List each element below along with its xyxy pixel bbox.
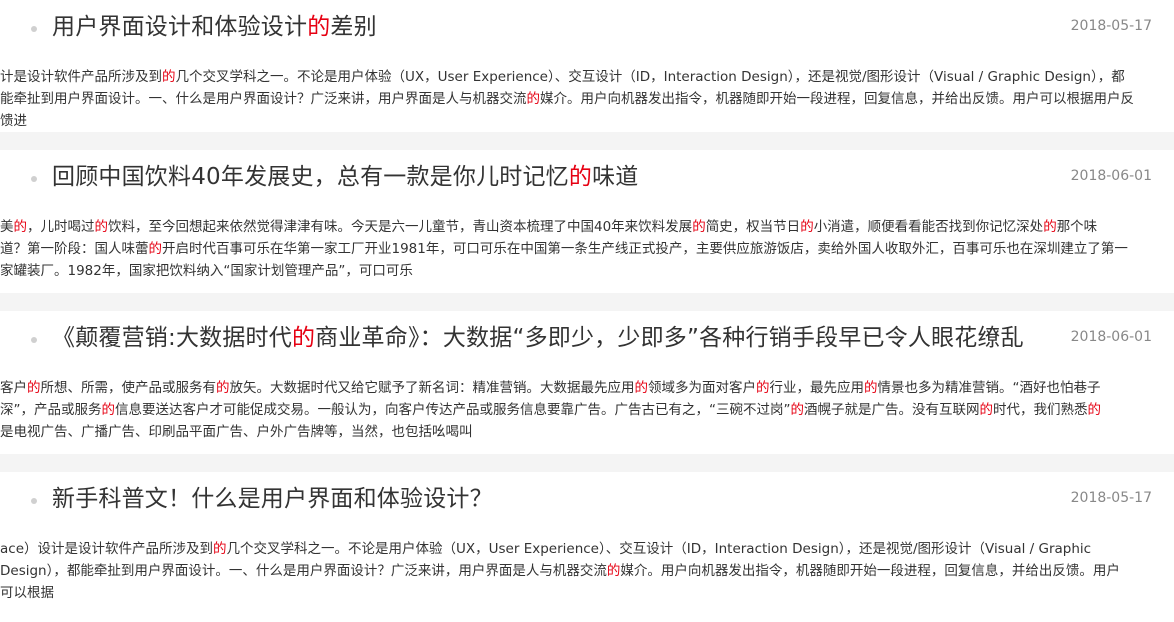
excerpt-line: 道？第一阶段：国人味蕾的开启时代百事可乐在华第一家工厂开业1981年，可口可乐在… xyxy=(0,238,1174,260)
text-segment: 饮料，至今回想起来依然觉得津津有味。今天是六一儿童节，青山资本梳理了中国40年来… xyxy=(108,219,693,235)
article-title[interactable]: 回顾中国饮料40年发展史，总有一款是你儿时记忆的味道 xyxy=(52,160,638,194)
keyword-highlight: 的 xyxy=(606,563,621,579)
keyword-highlight: 的 xyxy=(13,219,28,235)
bullet-icon xyxy=(31,26,37,32)
keyword-highlight: 的 xyxy=(148,241,163,257)
text-segment: ace）设计是设计软件产品所涉及到 xyxy=(0,541,214,557)
text-segment: 行业，最先应用 xyxy=(769,380,865,396)
text-segment: 那个味 xyxy=(1056,219,1098,235)
text-segment: 可以根据 xyxy=(0,585,54,601)
keyword-highlight: 的 xyxy=(94,219,109,235)
text-segment: 放矢。大数据时代又给它赋予了新名词：精准营销。大数据最先应用 xyxy=(229,380,635,396)
keyword-highlight: 的 xyxy=(101,402,116,418)
text-segment: 所想、所需，使产品或服务有 xyxy=(40,380,217,396)
keyword-highlight: 的 xyxy=(213,541,227,557)
keyword-highlight: 的 xyxy=(216,380,230,396)
divider xyxy=(0,132,1174,150)
article-title[interactable]: 《颠覆营销:大数据时代的商业革命》：大数据“多即少，少即多”各种行销手段早已令人… xyxy=(52,321,1024,355)
text-segment: 计是设计软件产品所涉及到 xyxy=(0,69,162,85)
excerpt-line: 馈进 xyxy=(0,110,1174,132)
keyword-highlight: 的 xyxy=(568,164,593,190)
text-segment: 开启时代百事可乐在华第一家工厂开业1981年，可口可乐在中国第一条生产线正式投产… xyxy=(162,241,1128,257)
text-segment: 味道 xyxy=(592,164,639,190)
bullet-icon xyxy=(31,337,37,343)
text-segment: 几个交叉学科之一。不论是用户体验（UX，User Experience）、交互设… xyxy=(175,69,1125,85)
divider xyxy=(0,454,1174,472)
text-segment: 情景也多为精准营销。“酒好也怕巷子 xyxy=(877,380,1101,396)
text-segment: 馈进 xyxy=(0,113,27,129)
article-title[interactable]: 用户界面设计和体验设计的差别 xyxy=(52,10,377,44)
excerpt-line: Design），都能牵扯到用户界面设计。一、什么是用户界面设计？广泛来讲，用户界… xyxy=(0,560,1174,582)
article-title-row: 回顾中国饮料40年发展史，总有一款是你儿时记忆的味道 2018-06-01 xyxy=(0,150,1174,214)
bullet-icon xyxy=(31,176,37,182)
excerpt-line: 美的，儿时喝过的饮料，至今回想起来依然觉得津津有味。今天是六一儿童节，青山资本梳… xyxy=(0,216,1174,238)
keyword-highlight: 的 xyxy=(979,402,994,418)
excerpt-line: 计是设计软件产品所涉及到的几个交叉学科之一。不论是用户体验（UX，User Ex… xyxy=(0,66,1174,88)
text-segment: 小消遣，顺便看看能否找到你记忆深处 xyxy=(813,219,1044,235)
excerpt-line: 客户的所想、所需，使产品或服务有的放矢。大数据时代又给它赋予了新名词：精准营销。… xyxy=(0,377,1174,399)
keyword-highlight: 的 xyxy=(864,380,878,396)
text-segment: 媒介。用户向机器发出指令，机器随即开始一段进程，回复信息，并给出反馈。用户可以根… xyxy=(540,91,1134,107)
text-segment: 媒介。用户向机器发出指令，机器随即开始一段进程，回复信息，并给出反馈。用户 xyxy=(620,563,1120,579)
text-segment: 家罐装厂。1982年，国家把饮料纳入“国家计划管理产品”，可口可乐 xyxy=(0,263,413,279)
text-segment: 时代，我们熟悉 xyxy=(993,402,1088,418)
excerpt-line: 深”，产品或服务的信息要送达客户才可能促成交易。一般认为，向客户传达产品或服务信… xyxy=(0,399,1174,421)
article-date: 2018-06-01 xyxy=(1064,168,1152,184)
text-segment: Design），都能牵扯到用户界面设计。一、什么是用户界面设计？广泛来讲，用户界… xyxy=(0,563,607,579)
article-excerpt[interactable]: ace）设计是设计软件产品所涉及到的几个交叉学科之一。不论是用户体验（UX，Us… xyxy=(0,538,1174,604)
keyword-highlight: 的 xyxy=(27,380,41,396)
article-title-row: 用户界面设计和体验设计的差别 2018-05-17 xyxy=(0,0,1174,64)
text-segment: 客户 xyxy=(0,380,27,396)
article-excerpt[interactable]: 客户的所想、所需，使产品或服务有的放矢。大数据时代又给它赋予了新名词：精准营销。… xyxy=(0,377,1174,443)
keyword-highlight: 的 xyxy=(800,219,814,235)
text-segment: 用户界面设计和体验设计 xyxy=(52,14,308,40)
text-segment: 新手科普文！什么是用户界面和体验设计？ xyxy=(52,486,493,512)
article-title-row: 《颠覆营销:大数据时代的商业革命》：大数据“多即少，少即多”各种行销手段早已令人… xyxy=(0,311,1174,375)
article-list: 用户界面设计和体验设计的差别 2018-05-17 计是设计软件产品所涉及到的几… xyxy=(0,0,1174,622)
divider xyxy=(0,293,1174,311)
article-card[interactable]: 《颠覆营销:大数据时代的商业革命》：大数据“多即少，少即多”各种行销手段早已令人… xyxy=(0,311,1174,454)
keyword-highlight: 的 xyxy=(1043,219,1057,235)
text-segment: ，儿时喝过 xyxy=(27,219,95,235)
keyword-highlight: 的 xyxy=(634,380,649,396)
article-date: 2018-05-17 xyxy=(1064,18,1152,34)
text-segment: 美 xyxy=(0,219,14,235)
keyword-highlight: 的 xyxy=(307,14,331,40)
text-segment: 简史，权当节日 xyxy=(705,219,801,235)
article-date: 2018-05-17 xyxy=(1064,490,1152,506)
text-segment: 道？第一阶段：国人味蕾 xyxy=(0,241,149,257)
excerpt-line: 是电视广告、广播广告、印刷品平面广告、户外广告牌等，当然，也包括吆喝叫 xyxy=(0,421,1174,443)
text-segment: 深”，产品或服务 xyxy=(0,402,102,418)
keyword-highlight: 的 xyxy=(162,69,176,85)
article-card[interactable]: 回顾中国饮料40年发展史，总有一款是你儿时记忆的味道 2018-06-01 美的… xyxy=(0,150,1174,293)
keyword-highlight: 的 xyxy=(692,219,706,235)
text-segment: 回顾中国饮料40年发展史，总有一款是你儿时记忆 xyxy=(52,164,569,190)
article-title-row: 新手科普文！什么是用户界面和体验设计？ 2018-05-17 xyxy=(0,472,1174,536)
article-card[interactable]: 用户界面设计和体验设计的差别 2018-05-17 计是设计软件产品所涉及到的几… xyxy=(0,0,1174,132)
keyword-highlight: 的 xyxy=(1087,402,1102,418)
keyword-highlight: 的 xyxy=(756,380,770,396)
text-segment: 酒幌子就是广告。没有互联网 xyxy=(804,402,980,418)
text-segment: 商业革命》：大数据“多即少，少即多”各种行销手段早已令人眼花缭乱 xyxy=(315,325,1024,351)
excerpt-line: 家罐装厂。1982年，国家把饮料纳入“国家计划管理产品”，可口可乐 xyxy=(0,260,1174,282)
article-title[interactable]: 新手科普文！什么是用户界面和体验设计？ xyxy=(52,482,493,516)
article-card[interactable]: 新手科普文！什么是用户界面和体验设计？ 2018-05-17 ace）设计是设计… xyxy=(0,472,1174,622)
keyword-highlight: 的 xyxy=(790,402,805,418)
excerpt-line: 能牵扯到用户界面设计。一、什么是用户界面设计？广泛来讲，用户界面是人与机器交流的… xyxy=(0,88,1174,110)
text-segment: 领域多为面对客户 xyxy=(648,380,756,396)
article-excerpt[interactable]: 计是设计软件产品所涉及到的几个交叉学科之一。不论是用户体验（UX，User Ex… xyxy=(0,66,1174,132)
excerpt-line: ace）设计是设计软件产品所涉及到的几个交叉学科之一。不论是用户体验（UX，Us… xyxy=(0,538,1174,560)
keyword-highlight: 的 xyxy=(526,91,541,107)
text-segment: 差别 xyxy=(330,14,377,40)
text-segment: 是电视广告、广播广告、印刷品平面广告、户外广告牌等，当然，也包括吆喝叫 xyxy=(0,424,473,440)
text-segment: 几个交叉学科之一。不论是用户体验（UX，User Experience）、交互设… xyxy=(226,541,1092,557)
text-segment: 信息要送达客户才可能促成交易。一般认为，向客户传达产品或服务信息要靠广告。广告古… xyxy=(115,402,791,418)
article-excerpt[interactable]: 美的，儿时喝过的饮料，至今回想起来依然觉得津津有味。今天是六一儿童节，青山资本梳… xyxy=(0,216,1174,282)
article-date: 2018-06-01 xyxy=(1064,329,1152,345)
text-segment: 能牵扯到用户界面设计。一、什么是用户界面设计？广泛来讲，用户界面是人与机器交流 xyxy=(0,91,527,107)
excerpt-line: 可以根据 xyxy=(0,582,1174,604)
keyword-highlight: 的 xyxy=(291,325,316,351)
text-segment: 《颠覆营销:大数据时代 xyxy=(52,325,292,351)
bullet-icon xyxy=(31,498,37,504)
